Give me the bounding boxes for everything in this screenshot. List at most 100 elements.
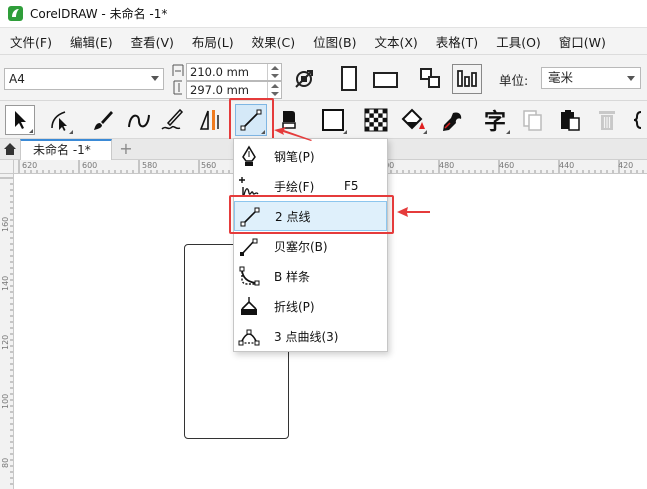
unit-label: 单位: (499, 73, 529, 88)
vruler-label: 160 (1, 216, 10, 232)
flyout-item-bezier[interactable]: 贝塞尔(B) (234, 231, 387, 261)
flyout-label: 折线(P) (274, 299, 315, 314)
calligraphy-tool[interactable] (158, 105, 188, 135)
red-arrow-flyout-icon (397, 207, 430, 217)
property-bar: A4 210.0 mm 297.0 mm 单位: 毫米 (0, 55, 647, 101)
menu-edit[interactable]: 编辑(E) (60, 28, 121, 54)
menu-file[interactable]: 文件(F) (0, 28, 60, 54)
clipboard-icon (561, 110, 580, 131)
page-size-select[interactable]: A4 (4, 68, 164, 90)
flyout-label: 手绘(F) (274, 179, 315, 194)
shape-tool[interactable] (44, 105, 74, 135)
svg-text:字: 字 (484, 109, 506, 133)
menu-table[interactable]: 表格(T) (426, 28, 486, 54)
dimension-icon (199, 110, 219, 130)
menu-tools[interactable]: 工具(O) (486, 28, 549, 54)
vruler-label: 100 (1, 393, 10, 409)
landscape-page-icon (373, 72, 398, 88)
flyout-label: B 样条 (274, 269, 311, 284)
pen-nib-icon (237, 145, 261, 167)
rectangle-tool[interactable] (318, 105, 348, 135)
add-tab-button[interactable]: + (116, 140, 136, 159)
bracket-tool[interactable] (628, 105, 647, 135)
scale-icon (295, 70, 313, 88)
unit-select[interactable]: 毫米 (541, 67, 641, 89)
hruler-label: 620 (22, 161, 38, 170)
copy-icon (523, 110, 542, 131)
portrait-page-icon (341, 66, 357, 91)
landscape-button[interactable] (371, 64, 401, 94)
vruler-label: 120 (1, 334, 10, 350)
checkerboard-icon (364, 108, 388, 132)
red-arrow-toolbox-icon (274, 127, 312, 141)
flyout-item-pen[interactable]: 钢笔(P) (234, 141, 387, 171)
page-width-field[interactable]: 210.0 mm (186, 63, 282, 81)
hruler-label: 440 (559, 161, 575, 170)
flyout-shortcut: F5 (344, 179, 359, 193)
chevron-down-icon (151, 76, 159, 81)
three-point-curve-icon (237, 325, 261, 347)
dimension-tool[interactable] (195, 105, 225, 135)
menu-view[interactable]: 查看(V) (121, 28, 182, 54)
menu-bar: 文件(F) 编辑(E) 查看(V) 布局(L) 效果(C) 位图(B) 文本(X… (0, 27, 647, 55)
all-pages-button[interactable] (416, 64, 446, 94)
document-tab[interactable]: 未命名 -1* (20, 139, 112, 160)
hruler-label: 600 (82, 161, 98, 170)
calligraphy-pen-icon (161, 108, 184, 130)
line-tool-highlight (229, 98, 274, 141)
artistic-media-tool[interactable] (88, 105, 118, 135)
flyout-item-polyline[interactable]: 折线(P) (234, 291, 387, 321)
page-size-value: A4 (9, 72, 25, 86)
menu-layout[interactable]: 布局(L) (182, 28, 242, 54)
title-bar: CorelDRAW - 未命名 -1* (0, 0, 647, 27)
smart-drawing-tool[interactable] (124, 105, 154, 135)
current-page-button[interactable] (452, 64, 482, 94)
text-tool[interactable]: 字 (481, 105, 511, 135)
menu-window[interactable]: 窗口(W) (549, 28, 614, 54)
flyout-item-b-spline[interactable]: B 样条 (234, 261, 387, 291)
vertical-ruler[interactable]: 160 140 120 100 80 (0, 174, 14, 489)
width-dimension-icon (172, 64, 184, 76)
line-tools-flyout: 钢笔(P) 手绘(F) F5 2 点线 贝塞尔(B) B 样条 折线(P) 3 … (233, 138, 388, 352)
flyout-label: 钢笔(P) (274, 149, 315, 164)
chevron-down-icon (627, 76, 635, 81)
hruler-label: 420 (618, 161, 634, 170)
width-spinner[interactable] (267, 64, 281, 80)
page-height-field[interactable]: 297.0 mm (186, 81, 282, 99)
multi-page-icon (420, 68, 440, 88)
page-height-value: 297.0 mm (190, 83, 249, 97)
vruler-label: 140 (1, 275, 10, 291)
menu-effects[interactable]: 效果(C) (242, 28, 303, 54)
bar-page-icon (457, 70, 477, 87)
flyout-label: 3 点曲线(3) (274, 329, 339, 344)
ruler-origin[interactable] (0, 160, 14, 174)
menu-bitmaps[interactable]: 位图(B) (303, 28, 364, 54)
toolbox: 字 (0, 101, 647, 139)
interactive-fill-tool[interactable] (398, 105, 428, 135)
paste-tool[interactable] (555, 105, 585, 135)
unit-value: 毫米 (548, 70, 574, 85)
hruler-label: 580 (142, 161, 158, 170)
menu-text[interactable]: 文本(X) (364, 28, 425, 54)
flyout-item-three-point-curve[interactable]: 3 点曲线(3) (234, 321, 387, 351)
bezier-icon (237, 235, 261, 257)
scale-page-button[interactable] (289, 64, 319, 94)
window-title: CorelDRAW - 未命名 -1* (30, 7, 168, 21)
copy-properties-tool[interactable] (517, 105, 547, 135)
vruler-label: 80 (1, 457, 10, 468)
height-spinner[interactable] (267, 82, 281, 98)
page-width-value: 210.0 mm (190, 65, 249, 79)
eyedropper-tool[interactable] (437, 105, 467, 135)
hruler-label: 480 (439, 161, 455, 170)
portrait-button[interactable] (334, 64, 364, 94)
height-dimension-icon (173, 80, 182, 95)
home-icon[interactable] (3, 142, 17, 156)
delete-tool[interactable] (592, 105, 622, 135)
flyout-label: 贝塞尔(B) (274, 239, 328, 254)
b-spline-icon (237, 265, 261, 287)
hruler-label: 560 (201, 161, 217, 170)
pick-tool[interactable] (5, 105, 35, 135)
eyedropper-icon (443, 112, 462, 131)
pattern-tool[interactable] (361, 105, 391, 135)
freehand-icon (237, 175, 261, 197)
